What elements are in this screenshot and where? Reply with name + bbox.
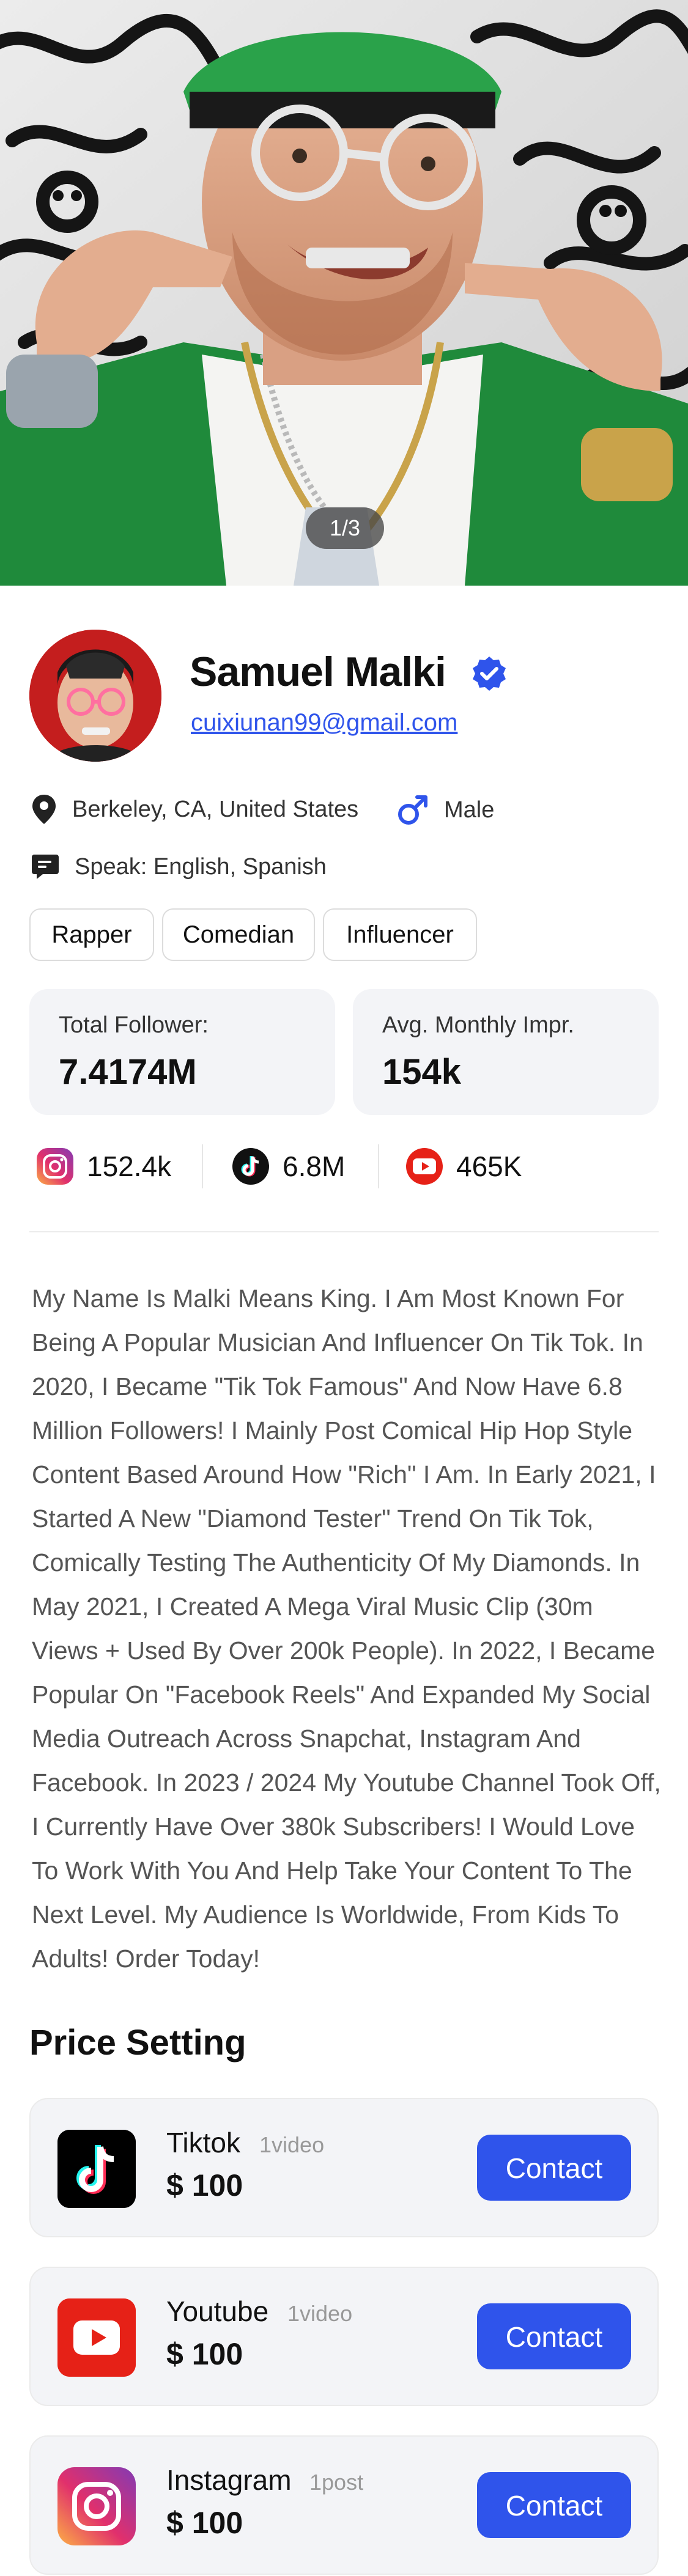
profile-photo-gallery[interactable]: 1/3 — [0, 0, 688, 586]
platform-name: Tiktok — [166, 2127, 240, 2158]
location-text: Berkeley, CA, United States — [72, 796, 359, 822]
email-link[interactable]: cuixiunan99@gmail.com — [191, 709, 457, 737]
contact-button[interactable]: Contact — [477, 2303, 631, 2369]
price-card-tiktok: Tiktok 1video $ 100 Contact — [29, 2098, 659, 2237]
tiktok-icon — [232, 1148, 269, 1185]
languages-row: Speak: English, Spanish — [31, 852, 327, 881]
stat-value: 154k — [382, 1052, 462, 1092]
instagram-count-value: 152.4k — [87, 1150, 172, 1182]
price-card-youtube: Youtube 1video $ 100 Contact — [29, 2267, 659, 2406]
profile-photo — [0, 0, 688, 586]
platform-unit: 1video — [287, 2301, 353, 2326]
platform-price: $ 100 — [166, 2337, 243, 2371]
avatar — [29, 630, 161, 762]
youtube-count-value: 465K — [456, 1150, 522, 1182]
divider — [378, 1144, 379, 1188]
verified-badge-icon — [471, 655, 508, 692]
divider — [202, 1144, 203, 1188]
price-card-instagram: Instagram 1post $ 100 Contact — [29, 2435, 659, 2575]
location-row: Berkeley, CA, United States — [31, 793, 358, 825]
contact-button[interactable]: Contact — [477, 2472, 631, 2538]
platform-name: Instagram — [166, 2464, 292, 2496]
stat-label: Total Follower: — [59, 1012, 209, 1038]
instagram-count[interactable]: 152.4k — [35, 1144, 171, 1188]
stat-value: 7.4174M — [59, 1052, 197, 1092]
contact-button[interactable]: Contact — [477, 2135, 631, 2201]
gender-row: Male — [396, 793, 494, 826]
platform-unit: 1post — [309, 2470, 364, 2495]
image-counter: 1/3 — [306, 507, 384, 549]
instagram-icon — [57, 2467, 136, 2545]
platform-price: $ 100 — [166, 2506, 243, 2540]
youtube-icon — [406, 1148, 443, 1185]
platform-name: Youtube — [166, 2295, 269, 2327]
section-divider — [29, 1231, 659, 1232]
youtube-count[interactable]: 465K — [405, 1144, 522, 1188]
bio-text: My Name Is Malki Means King. I Am Most K… — [32, 1284, 661, 1973]
instagram-icon — [37, 1148, 73, 1185]
languages-text: Speak: English, Spanish — [75, 853, 327, 880]
tag-influencer[interactable]: Influencer — [323, 908, 477, 961]
tiktok-count-value: 6.8M — [283, 1150, 346, 1182]
tag-comedian[interactable]: Comedian — [162, 908, 315, 961]
profile-name: Samuel Malki — [190, 649, 446, 695]
platform-price: $ 100 — [166, 2168, 243, 2202]
location-pin-icon — [32, 795, 56, 824]
male-icon — [398, 795, 427, 825]
total-follower-card: Total Follower: 7.4174M — [29, 989, 335, 1115]
speech-bubble-icon — [32, 855, 59, 879]
tiktok-icon — [57, 2130, 136, 2208]
stat-label: Avg. Monthly Impr. — [382, 1012, 574, 1038]
price-setting-title: Price Setting — [29, 2023, 246, 2063]
tag-rapper[interactable]: Rapper — [29, 908, 154, 961]
monthly-impressions-card: Avg. Monthly Impr. 154k — [353, 989, 659, 1115]
platform-unit: 1video — [259, 2132, 325, 2157]
youtube-icon — [57, 2298, 136, 2377]
tiktok-count[interactable]: 6.8M — [231, 1144, 345, 1188]
gender-text: Male — [444, 797, 495, 823]
